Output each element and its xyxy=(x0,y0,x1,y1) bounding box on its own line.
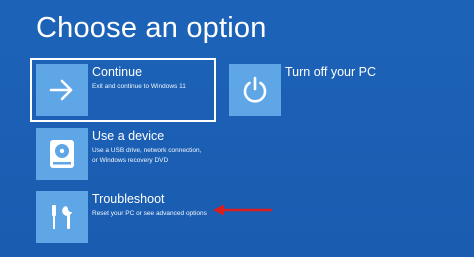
page-title: Choose an option xyxy=(36,12,267,44)
continue-description: Exit and continue to Windows 11 xyxy=(92,82,186,92)
continue-title: Continue xyxy=(92,65,143,79)
arrow-right-icon xyxy=(49,79,73,101)
turn-off-title: Turn off your PC xyxy=(285,65,377,79)
use-device-description-line: Use a USB drive, network connection, xyxy=(92,147,202,154)
troubleshoot-description: Reset your PC or see advanced options xyxy=(92,209,207,219)
use-device-description-line: or Windows recovery DVD xyxy=(92,156,169,164)
continue-tile xyxy=(36,64,88,116)
troubleshoot-title: Troubleshoot xyxy=(92,192,165,206)
turn-off-option[interactable]: Turn off your PC xyxy=(225,60,385,120)
troubleshoot-tile xyxy=(36,191,88,243)
use-device-option[interactable]: Use a device Use a USB drive, network co… xyxy=(32,124,214,184)
use-device-description: Use a USB drive, network connection, or … xyxy=(92,146,201,165)
disc-drive-icon xyxy=(50,140,74,168)
power-icon xyxy=(243,76,267,103)
tools-icon xyxy=(52,205,72,229)
use-device-title: Use a device xyxy=(92,129,165,143)
troubleshoot-option[interactable]: Troubleshoot Reset your PC or see advanc… xyxy=(32,187,214,247)
continue-description-line: Exit and continue to Windows 11 xyxy=(92,83,186,90)
turn-off-tile xyxy=(229,64,281,116)
troubleshoot-description-line: Reset your PC or see advanced options xyxy=(92,210,207,217)
continue-option[interactable]: Continue Exit and continue to Windows 11 xyxy=(30,58,216,122)
use-device-tile xyxy=(36,128,88,180)
annotation-arrow-icon xyxy=(213,204,272,216)
recovery-screen: Choose an option Continue Exit and conti… xyxy=(0,0,474,257)
